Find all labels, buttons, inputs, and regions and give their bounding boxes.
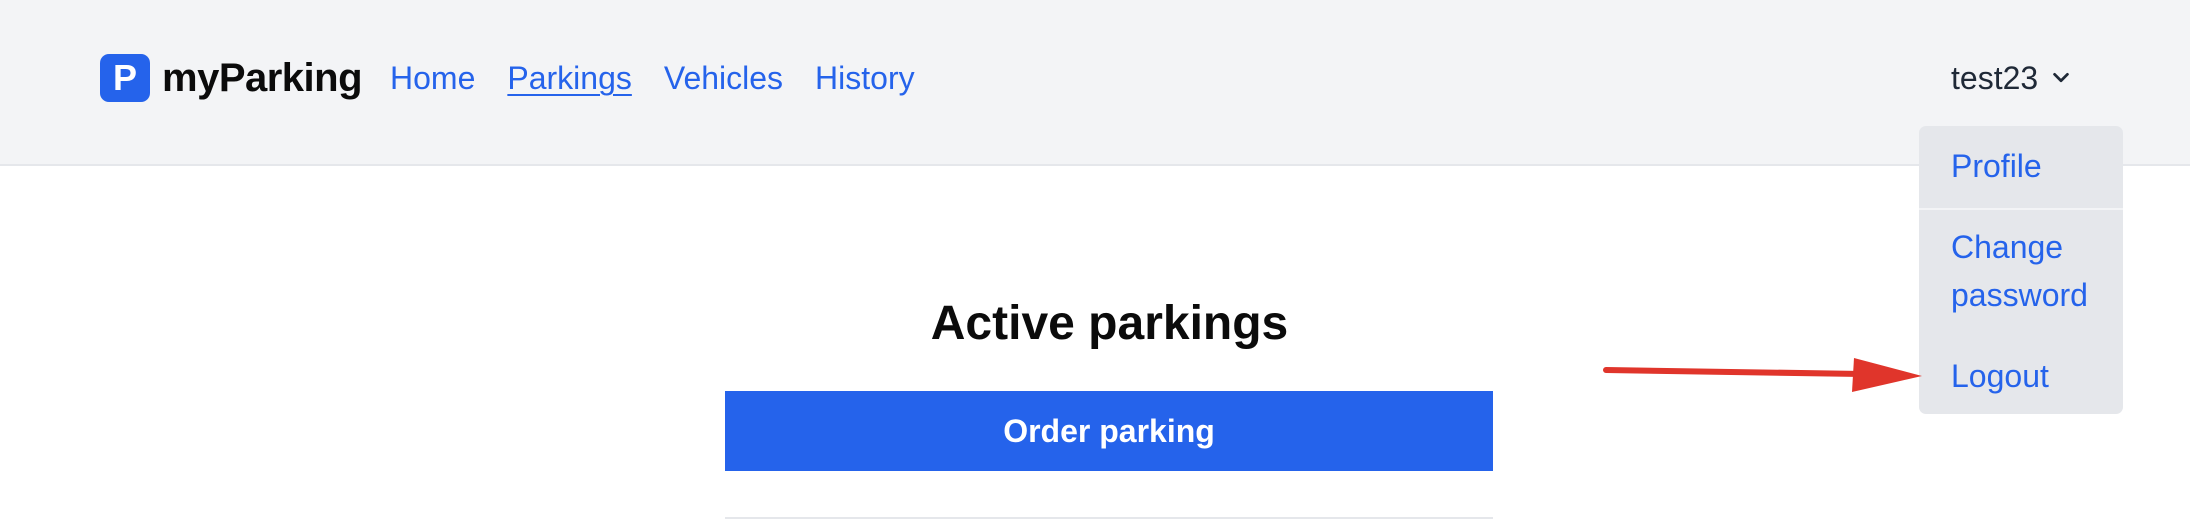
- dropdown-item-logout[interactable]: Logout: [1951, 352, 2111, 400]
- annotation-arrow-icon: [1603, 358, 1922, 392]
- parking-logo-icon: P: [100, 54, 150, 102]
- nav-home-link[interactable]: Home: [390, 56, 475, 100]
- user-menu-toggle[interactable]: test23: [1951, 56, 2072, 100]
- username-label: test23: [1951, 60, 2039, 96]
- top-navbar: P myParking Home Parkings Vehicles Histo…: [0, 0, 2190, 166]
- page-title: Active parkings: [930, 297, 1289, 350]
- order-parking-button[interactable]: Order parking: [725, 391, 1493, 471]
- nav-vehicles-link[interactable]: Vehicles: [664, 56, 783, 100]
- brand-link[interactable]: P myParking: [100, 54, 363, 102]
- nav-history-link[interactable]: History: [815, 56, 915, 100]
- page: P myParking Home Parkings Vehicles Histo…: [0, 0, 2190, 526]
- dropdown-item-profile[interactable]: Profile: [1951, 142, 2111, 190]
- content-divider: [725, 517, 1493, 519]
- nav-parkings-link[interactable]: Parkings: [507, 56, 632, 100]
- user-dropdown-menu: Profile Change password Logout: [1919, 126, 2123, 414]
- dropdown-divider: [1919, 208, 2123, 210]
- chevron-down-icon: [2053, 72, 2069, 83]
- brand-name: myParking: [162, 55, 363, 100]
- main-nav: Home Parkings Vehicles History: [390, 56, 915, 100]
